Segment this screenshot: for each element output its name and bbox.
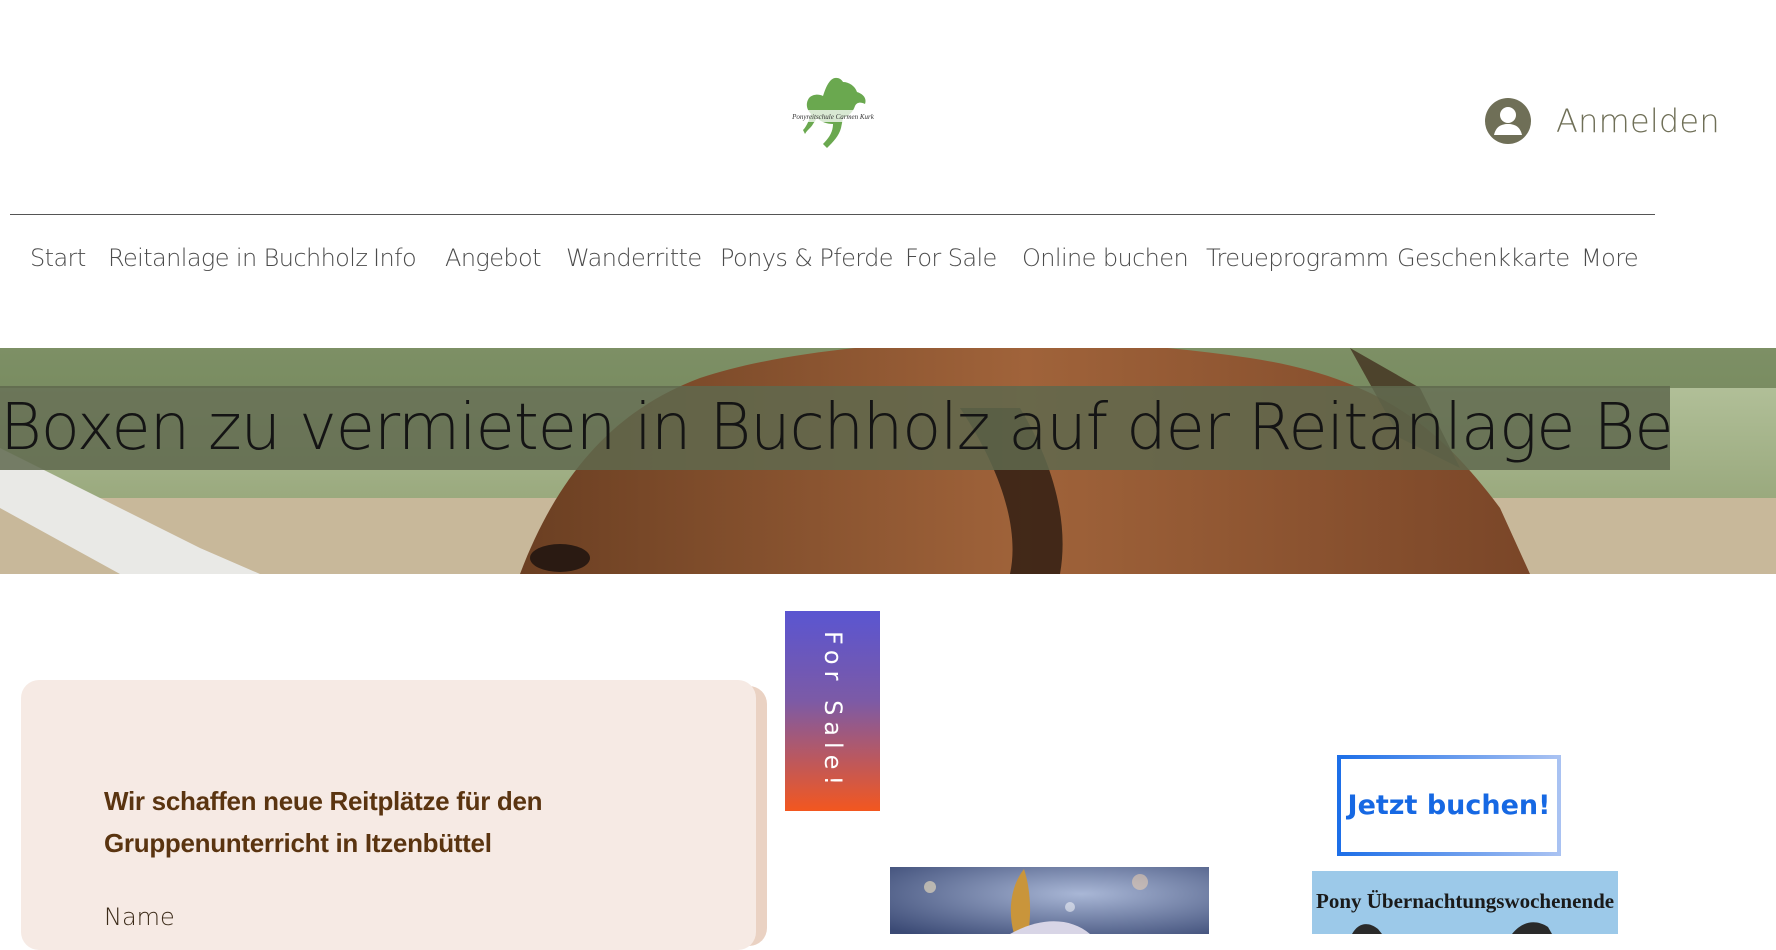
login-button[interactable]: Anmelden: [1484, 97, 1720, 145]
nav-item-start[interactable]: Start: [30, 244, 86, 272]
nav-item-ponys-pferde[interactable]: Ponys & Pferde: [720, 244, 894, 272]
for-sale-label: For Sale!: [818, 630, 847, 792]
nav-item-geschenkkarte[interactable]: Geschenkkarte: [1397, 244, 1570, 272]
login-label: Anmelden: [1556, 102, 1720, 140]
unicorn-image[interactable]: [890, 867, 1209, 934]
for-sale-button[interactable]: For Sale!: [785, 611, 880, 811]
pony-weekend-image[interactable]: Pony Übernachtungswochenende: [1312, 871, 1618, 934]
logo-text: Ponyreitschule Carmen Kurk: [791, 113, 875, 121]
nav-item-treueprogramm[interactable]: Treueprogramm: [1206, 244, 1389, 272]
book-now-label: Jetzt buchen!: [1347, 790, 1551, 821]
form-heading: Wir schaffen neue Reitplätze für den Gru…: [104, 786, 543, 858]
main-nav: Start Reitanlage in Buchholz Info Angebo…: [0, 244, 1660, 280]
nav-item-angebot[interactable]: Angebot: [445, 244, 542, 272]
user-avatar-icon: [1485, 98, 1531, 144]
nav-item-reitanlage[interactable]: Reitanlage in Buchholz: [108, 244, 368, 272]
name-field-label: Name: [104, 903, 175, 931]
nav-item-more[interactable]: More: [1581, 244, 1639, 272]
contact-form-card: Wir schaffen neue Reitplätze für den Gru…: [21, 680, 756, 950]
header-divider: [10, 214, 1655, 215]
site-logo[interactable]: Ponyreitschule Carmen Kurk: [783, 72, 883, 154]
nav-item-online-buchen[interactable]: Online buchen: [1022, 244, 1189, 272]
nav-item-info[interactable]: Info: [373, 244, 417, 272]
book-now-button[interactable]: Jetzt buchen!: [1337, 755, 1561, 856]
nav-item-wanderritte[interactable]: Wanderritte: [566, 244, 702, 272]
nav-item-for-sale[interactable]: For Sale: [905, 244, 997, 272]
hero-title: Boxen zu vermieten in Buchholz auf der R…: [0, 386, 1670, 470]
